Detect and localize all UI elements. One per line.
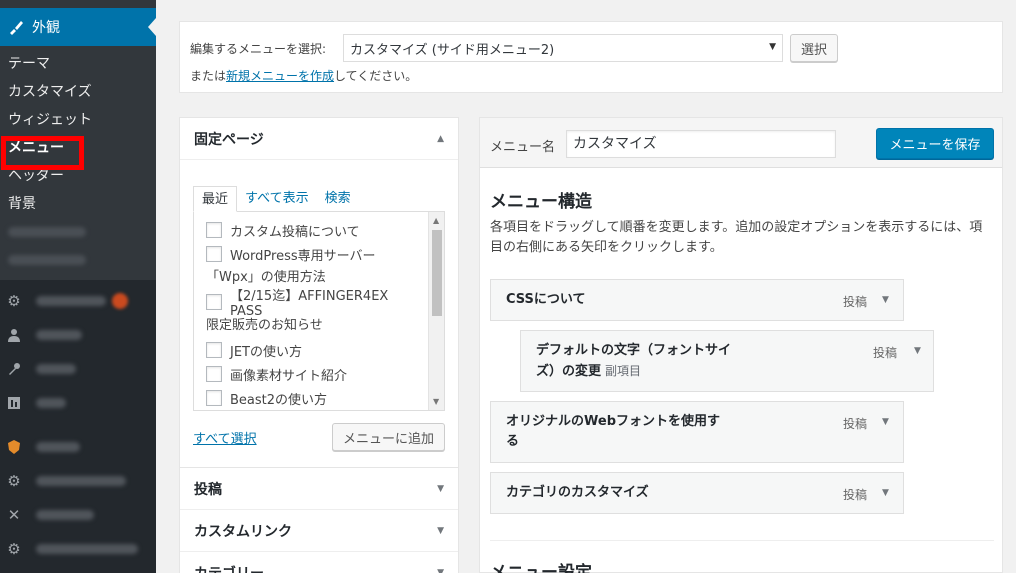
menu-select-dropdown[interactable]: カスタマイズ (サイド用メニュー2) ▼ bbox=[343, 34, 783, 62]
item-type: 投稿 bbox=[843, 295, 868, 309]
item-expand-icon[interactable]: ▼ bbox=[914, 346, 921, 356]
sidebar-item-plugins[interactable]: ⚙ bbox=[0, 284, 156, 318]
submenu-blurred-2[interactable] bbox=[0, 246, 156, 274]
save-menu-button[interactable]: メニューを保存 bbox=[876, 128, 994, 159]
menu-highlight-box bbox=[1, 136, 84, 170]
pages-panel-title: 固定ページ bbox=[194, 131, 264, 148]
sidebar-item-plugin-b[interactable]: ⚙ bbox=[0, 464, 156, 498]
list-item[interactable]: WordPress専用サーバー bbox=[206, 242, 418, 266]
expand-down-icon: ▼ bbox=[437, 483, 444, 494]
checkbox[interactable] bbox=[206, 222, 222, 238]
sidebar-top bbox=[0, 0, 156, 8]
list-item[interactable]: Beast2の使い方 bbox=[206, 386, 418, 410]
checkbox[interactable] bbox=[206, 342, 222, 358]
tab-view-all[interactable]: すべて表示 bbox=[237, 186, 317, 212]
sidebar-item-users[interactable] bbox=[0, 318, 156, 352]
tab-search[interactable]: 検索 bbox=[317, 186, 359, 212]
submenu-widgets[interactable]: ウィジェット bbox=[0, 106, 156, 134]
tab-recent[interactable]: 最近 bbox=[193, 186, 238, 212]
pages-panel: 固定ページ ▲ 最近 すべて表示 検索 カスタム投稿について WordPress… bbox=[179, 117, 459, 573]
item-expand-icon[interactable]: ▼ bbox=[882, 295, 889, 305]
item-expand-icon[interactable]: ▼ bbox=[882, 417, 889, 427]
update-badge bbox=[112, 293, 128, 309]
scroll-down-icon[interactable]: ▼ bbox=[433, 397, 439, 406]
submenu-customize[interactable]: カスタマイズ bbox=[0, 78, 156, 106]
settings-grid-icon bbox=[6, 395, 22, 411]
gear-icon: ⚙ bbox=[7, 472, 21, 490]
create-menu-note: または新規メニューを作成してください。 bbox=[190, 69, 418, 83]
collapse-up-icon: ▲ bbox=[437, 133, 444, 144]
sidebar-item-settings[interactable] bbox=[0, 386, 156, 420]
sidebar-item-label: 外観 bbox=[32, 20, 60, 36]
menu-select-bar: 編集するメニューを選択: カスタマイズ (サイド用メニュー2) ▼ 選択 または… bbox=[179, 21, 1003, 93]
menu-structure-description: 各項目をドラッグして順番を変更します。追加の設定オプションを表示するには、項目の… bbox=[490, 220, 983, 255]
wrench-icon bbox=[6, 361, 22, 377]
submenu-themes[interactable]: テーマ bbox=[0, 50, 156, 78]
custom-links-panel-header[interactable]: カスタムリンク ▼ bbox=[180, 510, 458, 552]
item-expand-icon[interactable]: ▼ bbox=[882, 488, 889, 498]
menu-structure-title: メニュー構造 bbox=[490, 192, 592, 212]
checkbox[interactable] bbox=[206, 246, 222, 262]
list-scrollbar[interactable]: ▲ ▼ bbox=[428, 212, 444, 410]
submenu-blurred-1[interactable] bbox=[0, 218, 156, 246]
scroll-up-icon[interactable]: ▲ bbox=[433, 216, 439, 225]
dropdown-arrow-icon: ▼ bbox=[769, 42, 776, 52]
paintbrush-icon bbox=[6, 17, 26, 37]
user-icon bbox=[6, 327, 22, 343]
sidebar-item-appearance[interactable]: 外観 bbox=[0, 8, 156, 46]
menu-name-label: メニュー名 bbox=[490, 140, 556, 155]
admin-sidebar: 外観 テーマ カスタマイズ ウィジェット メニュー ヘッダー 背景 ⚙ ⚙ ✕ … bbox=[0, 0, 156, 573]
create-new-menu-link[interactable]: 新規メニューを作成 bbox=[226, 69, 334, 83]
select-button[interactable]: 選択 bbox=[790, 34, 838, 62]
section-divider bbox=[490, 540, 994, 541]
menu-settings-title: メニュー設定 bbox=[490, 563, 592, 573]
menu-management-panel: メニュー名 カスタマイズ メニューを保存 メニュー構造 各項目をドラッグして順番… bbox=[479, 117, 1003, 573]
list-item[interactable]: 【2/15迄】AFFINGER4EX PASS bbox=[206, 289, 418, 319]
menu-item[interactable]: オリジナルのWebフォントを使用す る 投稿 ▼ bbox=[490, 401, 904, 463]
item-type: 投稿 bbox=[873, 346, 898, 360]
posts-panel-header[interactable]: 投稿 ▼ bbox=[180, 468, 458, 510]
tools-icon: ✕ bbox=[7, 506, 21, 524]
list-item[interactable]: JETの使い方 bbox=[206, 338, 418, 362]
select-menu-label: 編集するメニューを選択: bbox=[190, 42, 327, 56]
categories-panel-header[interactable]: カテゴリー ▼ bbox=[180, 552, 458, 573]
checkbox[interactable] bbox=[206, 390, 222, 406]
checkbox[interactable] bbox=[206, 294, 222, 310]
list-item[interactable]: 画像素材サイト紹介 bbox=[206, 362, 418, 386]
plug-icon: ⚙ bbox=[7, 292, 21, 310]
list-item[interactable]: カスタム投稿について bbox=[206, 218, 418, 242]
pages-actions: すべて選択 メニューに追加 bbox=[193, 423, 445, 451]
sidebar-item-tools[interactable] bbox=[0, 352, 156, 386]
shield-icon bbox=[6, 439, 22, 455]
select-all-link[interactable]: すべて選択 bbox=[193, 428, 257, 447]
gear-icon: ⚙ bbox=[7, 540, 21, 558]
menu-name-input[interactable]: カスタマイズ bbox=[566, 130, 836, 158]
pages-list-panel: カスタム投稿について WordPress専用サーバー 「Wpx」の使用方法 【2… bbox=[193, 211, 445, 411]
add-to-menu-button[interactable]: メニューに追加 bbox=[332, 423, 445, 451]
selected-menu-text: カスタマイズ (サイド用メニュー2) bbox=[350, 42, 555, 58]
pages-tabs: 最近 すべて表示 検索 bbox=[193, 186, 445, 212]
scroll-thumb[interactable] bbox=[432, 230, 442, 316]
pages-panel-body: 最近 すべて表示 検索 カスタム投稿について WordPress専用サーバー 「… bbox=[180, 160, 458, 468]
sidebar-item-plugin-c[interactable]: ✕ bbox=[0, 498, 156, 532]
menu-item[interactable]: デフォルトの文字（フォントサイ ズ）の変更 副項目 投稿 ▼ bbox=[520, 330, 934, 392]
add-menu-items-column: 固定ページ ▲ 最近 すべて表示 検索 カスタム投稿について WordPress… bbox=[179, 117, 459, 573]
pages-panel-header[interactable]: 固定ページ ▲ bbox=[180, 118, 458, 160]
menu-item[interactable]: CSSについて 投稿 ▼ bbox=[490, 279, 904, 321]
expand-down-icon: ▼ bbox=[437, 525, 444, 536]
sub-item-label: 副項目 bbox=[605, 364, 642, 378]
checkbox[interactable] bbox=[206, 366, 222, 382]
expand-down-icon: ▼ bbox=[437, 567, 444, 573]
menu-item[interactable]: カテゴリのカスタマイズ 投稿 ▼ bbox=[490, 472, 904, 514]
menu-name-header: メニュー名 カスタマイズ メニューを保存 bbox=[480, 118, 1002, 168]
sidebar-menu-rest: ⚙ ⚙ ✕ ⚙ bbox=[0, 284, 156, 566]
item-type: 投稿 bbox=[843, 488, 868, 502]
sidebar-item-plugin-a[interactable] bbox=[0, 430, 156, 464]
submenu-background[interactable]: 背景 bbox=[0, 190, 156, 218]
sidebar-item-plugin-d[interactable]: ⚙ bbox=[0, 532, 156, 566]
item-type: 投稿 bbox=[843, 417, 868, 431]
